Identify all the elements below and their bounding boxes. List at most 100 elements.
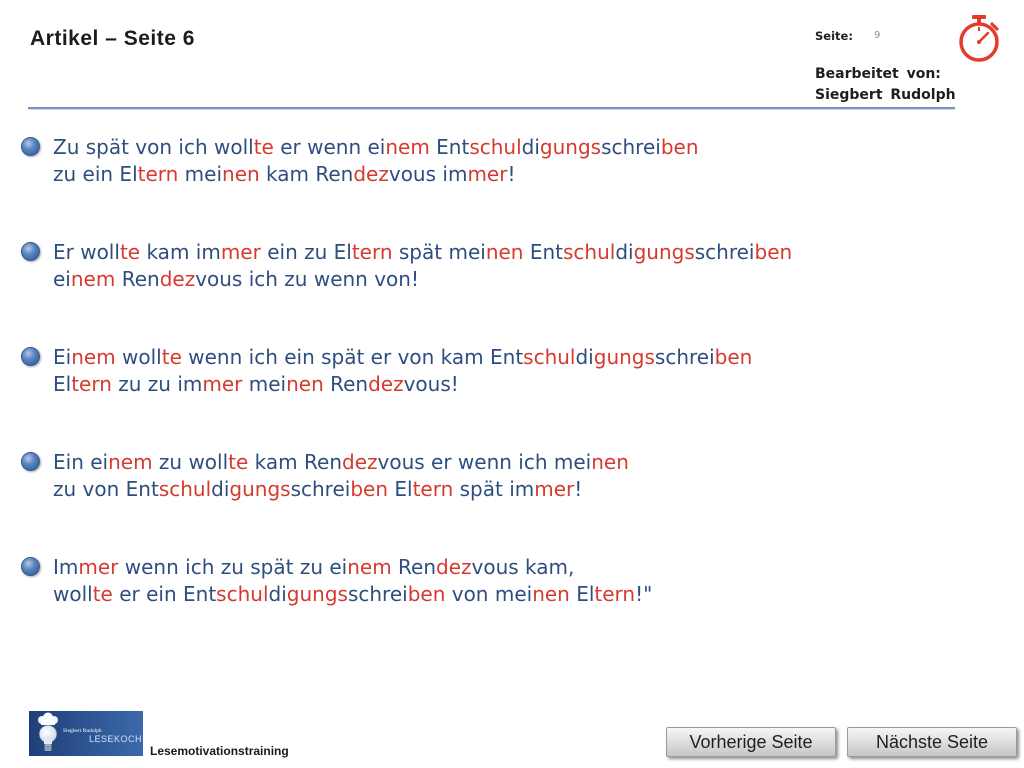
text-segment: schrei	[694, 240, 755, 264]
answer-option-4[interactable]: Ein einem zu wollte kam Rendezvous er we…	[0, 449, 960, 509]
option-line: Einem wollte wenn ich ein spät er von ka…	[53, 344, 752, 371]
syllable-highlight: ben	[407, 582, 446, 606]
option-bullet[interactable]	[21, 452, 40, 471]
text-segment: vous!	[403, 372, 459, 396]
course-caption: Lesemotivationstraining	[150, 744, 289, 758]
option-bullet[interactable]	[21, 557, 40, 576]
text-segment: Ent	[429, 135, 470, 159]
answer-option-5[interactable]: Immer wenn ich zu spät zu einem Rendezvo…	[0, 554, 960, 614]
text-segment: kam im	[140, 240, 221, 264]
syllable-highlight: te	[253, 135, 274, 159]
text-segment: spät im	[453, 477, 535, 501]
text-segment: !	[574, 477, 583, 501]
syllable-highlight: dez	[159, 267, 196, 291]
option-bullet[interactable]	[21, 347, 40, 366]
text-segment: di	[615, 240, 634, 264]
text-segment: zu woll	[152, 450, 229, 474]
syllable-highlight: tern	[71, 372, 112, 396]
syllable-highlight: schul	[469, 135, 522, 159]
text-segment: El	[569, 582, 595, 606]
syllable-highlight: schul	[562, 240, 616, 264]
text-segment: zu ein El	[53, 162, 138, 186]
syllable-highlight: nem	[385, 135, 430, 159]
syllable-highlight: tern	[412, 477, 454, 501]
option-line: einem Rendezvous ich zu wenn von!	[53, 266, 792, 293]
option-line: Ein einem zu wollte kam Rendezvous er we…	[53, 449, 629, 476]
syllable-highlight: tern	[351, 240, 393, 264]
syllable-highlight: schul	[523, 345, 576, 369]
syllable-highlight: ben	[714, 345, 753, 369]
text-segment: spät mei	[392, 240, 486, 264]
page-number: 9	[874, 30, 881, 41]
text-segment: Zu spät von ich woll	[53, 135, 254, 159]
syllable-highlight: gungs	[229, 477, 291, 501]
syllable-highlight: ben	[350, 477, 388, 501]
text-segment: di	[521, 135, 540, 159]
text-segment: zu von Ent	[53, 477, 159, 501]
syllable-highlight: te	[228, 450, 249, 474]
text-segment: wenn ich zu spät zu ei	[118, 555, 348, 579]
syllable-highlight: gungs	[539, 135, 602, 159]
text-segment: ein zu El	[260, 240, 352, 264]
syllable-highlight: tern	[594, 582, 636, 606]
next-page-button[interactable]: Nächste Seite	[847, 727, 1017, 757]
text-segment: Ein ei	[53, 450, 109, 474]
author-name: Siegbert Rudolph	[815, 87, 956, 103]
syllable-highlight: dez	[436, 555, 472, 579]
text-segment: kam Ren	[259, 162, 354, 186]
previous-page-button[interactable]: Vorherige Seite	[666, 727, 836, 757]
syllable-highlight: mer	[534, 477, 575, 501]
syllable-highlight: mer	[78, 555, 119, 579]
syllable-highlight: dez	[342, 450, 378, 474]
option-bullet[interactable]	[21, 242, 40, 261]
text-segment: vous im	[388, 162, 468, 186]
text-segment: El	[388, 477, 413, 501]
text-segment: schrei	[290, 477, 351, 501]
answer-option-2[interactable]: Er wollte kam immer ein zu Eltern spät m…	[0, 239, 960, 299]
syllable-highlight: nen	[222, 162, 260, 186]
edited-by-label: Bearbeitet von:	[815, 66, 941, 82]
text-segment: vous ich zu wenn von!	[195, 267, 419, 291]
option-text: Einem wollte wenn ich ein spät er von ka…	[53, 344, 752, 398]
text-segment: woll	[53, 582, 93, 606]
lesekoch-logo: Siegbert Rudolph LESEKOCH	[29, 711, 143, 756]
option-line: Zu spät von ich wollte er wenn einem Ent…	[53, 134, 699, 161]
option-line: Er wollte kam immer ein zu Eltern spät m…	[53, 239, 792, 266]
stopwatch-icon[interactable]	[955, 13, 1003, 63]
syllable-highlight: nem	[71, 345, 116, 369]
text-segment: schrei	[601, 135, 661, 159]
syllable-highlight: nem	[347, 555, 392, 579]
syllable-highlight: ben	[660, 135, 699, 159]
option-bullet[interactable]	[21, 137, 40, 156]
syllable-highlight: gungs	[286, 582, 348, 606]
syllable-highlight: nem	[70, 267, 116, 291]
text-segment: vous er wenn ich mei	[377, 450, 592, 474]
text-segment: di	[268, 582, 287, 606]
text-segment: schrei	[654, 345, 715, 369]
text-segment: woll	[115, 345, 162, 369]
text-segment: ei	[53, 267, 71, 291]
page-label: Seite:	[815, 29, 853, 43]
syllable-highlight: gungs	[633, 240, 695, 264]
syllable-highlight: nen	[485, 240, 524, 264]
text-segment: Ren	[115, 267, 160, 291]
text-segment: !	[507, 162, 516, 186]
text-segment: schrei	[347, 582, 408, 606]
text-segment: kam Ren	[248, 450, 342, 474]
syllable-highlight: nen	[286, 372, 324, 396]
answer-option-3[interactable]: Einem wollte wenn ich ein spät er von ka…	[0, 344, 960, 404]
answer-option-1[interactable]: Zu spät von ich wollte er wenn einem Ent…	[0, 134, 960, 194]
syllable-highlight: dez	[368, 372, 404, 396]
syllable-highlight: gungs	[593, 345, 655, 369]
syllable-highlight: mer	[220, 240, 261, 264]
syllable-highlight: tern	[137, 162, 179, 186]
text-segment: von mei	[445, 582, 533, 606]
syllable-highlight: mer	[202, 372, 243, 396]
text-segment: mei	[178, 162, 223, 186]
syllable-highlight: schul	[158, 477, 212, 501]
option-text: Immer wenn ich zu spät zu einem Rendezvo…	[53, 554, 652, 608]
text-segment: Ren	[391, 555, 437, 579]
syllable-highlight: nem	[108, 450, 153, 474]
option-text: Er wollte kam immer ein zu Eltern spät m…	[53, 239, 792, 293]
text-segment: Ei	[53, 345, 72, 369]
